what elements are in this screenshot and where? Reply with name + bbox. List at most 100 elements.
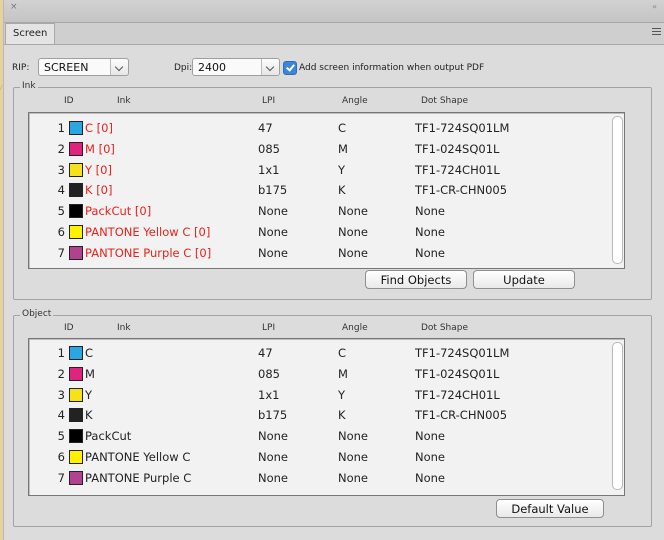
ink-row-dot-shape: TF1-024SQ01L (415, 141, 500, 156)
object-row-ink-name: K (85, 408, 93, 423)
ink-row-ink-name: M [0] (85, 141, 115, 156)
find-objects-button[interactable]: Find Objects (365, 270, 467, 289)
color-swatch (69, 141, 83, 156)
object-group: Object ID Ink LPI Angle Dot Shape 1 C 47 C T… (13, 309, 652, 527)
ink-row-dot-shape: None (415, 245, 446, 260)
object-header-ink: Ink (117, 323, 131, 333)
color-swatch (69, 346, 83, 360)
object-row-dot-shape: TF1-024SQ01L (415, 366, 500, 381)
object-row-dot-shape: TF1-CR-CHN005 (415, 408, 508, 423)
ink-row-dot-shape: TF1-CR-CHN005 (415, 183, 508, 198)
object-row-id: 3 (57, 387, 65, 402)
ink-row-ink-name: Y [0] (85, 162, 112, 177)
ink-row-id: 1 (57, 121, 65, 135)
color-swatch (69, 183, 83, 198)
collapse-icon[interactable]: « (652, 2, 657, 11)
rip-select[interactable]: SCREEN (38, 58, 129, 76)
object-row-angle: C (338, 346, 347, 360)
ink-row-id: 2 (57, 141, 65, 156)
ink-row-angle: None (338, 225, 369, 239)
object-row-id: 4 (57, 408, 65, 423)
object-row-lpi: None (258, 429, 289, 444)
ink-header-dot-shape: Dot Shape (421, 96, 469, 106)
object-row-angle: None (338, 450, 369, 464)
rip-label: RIP: (12, 63, 30, 73)
ink-row[interactable]: 7 PANTONE Purple C [0] None None None (29, 243, 599, 263)
tab-screen[interactable]: Screen (5, 23, 56, 44)
close-icon[interactable]: × (10, 2, 18, 12)
object-row-id: 6 (57, 450, 65, 464)
object-row-dot-shape: TF1-724SQ01LM (415, 346, 510, 360)
ink-row-angle: K (338, 183, 346, 198)
object-row[interactable]: 5 PackCut None None None (29, 426, 599, 446)
color-swatch (69, 387, 83, 402)
object-row-lpi: b175 (258, 408, 288, 423)
object-row-ink-name: PANTONE Purple C (85, 470, 192, 485)
color-swatch (69, 204, 83, 219)
object-header-id: ID (64, 323, 74, 333)
object-row[interactable]: 2 M 085 M TF1-024SQ01L (29, 364, 599, 384)
ink-row-lpi: 085 (258, 141, 280, 156)
ink-row-id: 4 (57, 183, 65, 198)
update-button[interactable]: Update (473, 270, 575, 289)
object-row[interactable]: 4 Kb175 K TF1-CR-CHN005 (29, 405, 599, 425)
object-row-id: 7 (57, 470, 65, 485)
ink-row[interactable]: 1 C [0] 47 C TF1-724SQ01LM (29, 118, 599, 138)
ink-list[interactable]: 1C [0] 47 C TF1-724SQ01LM 2 M [0] 085 M TF1-024S… (28, 112, 625, 269)
ink-row[interactable]: 3 Y [0] 1x1 Y TF1-724CH01L (29, 160, 599, 180)
ink-row-angle: C (338, 121, 347, 135)
color-swatch (69, 429, 83, 444)
screen-panel: × « Screen RIP: SCREEN Dpi: 2400 Add scr… (3, 0, 664, 540)
object-row-angle: None (338, 470, 369, 485)
object-row-lpi: 085 (258, 366, 280, 381)
add-screen-info-label: Add screen information when output PDF (299, 63, 485, 73)
ink-row-id: 6 (57, 225, 65, 239)
ink-header-angle: Angle (342, 96, 368, 106)
ink-row-id: 7 (57, 245, 65, 260)
add-screen-info-checkbox[interactable] (283, 61, 297, 75)
color-swatch (69, 245, 83, 260)
ink-header-lpi: LPI (262, 96, 276, 106)
object-row-lpi: 47 (258, 346, 273, 360)
ink-row[interactable]: 5 PackCut [0] None None None (29, 201, 599, 221)
ink-header-id: ID (64, 96, 74, 106)
ink-row-lpi: None (258, 225, 289, 239)
ink-row-lpi: None (258, 204, 289, 219)
ink-row-lpi: 1x1 (258, 162, 280, 177)
object-row-ink-name: PackCut (85, 429, 132, 444)
ink-row[interactable]: 4 K [0] b175 K TF1-CR-CHN005 (29, 180, 599, 200)
ink-row-ink-name: PANTONE Yellow C [0] (85, 225, 211, 239)
object-row[interactable]: 6 PANTONE Yellow C None None None (29, 447, 599, 467)
object-list[interactable]: 1 C 47 C TF1-724SQ01LM 2 M 085 M TF1-024SQ01L 3 Y 1x… (28, 338, 625, 496)
ink-row-dot-shape: TF1-724SQ01LM (415, 121, 510, 135)
default-value-button[interactable]: Default Value (496, 499, 604, 518)
ink-row-dot-shape: TF1-724CH01L (415, 162, 500, 177)
color-swatch (69, 408, 83, 423)
dpi-select[interactable]: 2400 (192, 58, 280, 76)
ink-header-ink: Ink (117, 96, 131, 106)
object-row[interactable]: 1 C 47 C TF1-724SQ01LM (29, 343, 599, 363)
chevron-down-icon (110, 59, 128, 75)
object-row-angle: M (338, 366, 348, 381)
ink-row[interactable]: 6 PANTONE Yellow C [0] None None None (29, 222, 599, 242)
object-header-dot-shape: Dot Shape (421, 323, 469, 333)
ink-row-id: 3 (57, 162, 65, 177)
dpi-label: Dpi: (174, 63, 193, 73)
object-row[interactable]: 3 Y 1x1 Y TF1-724CH01L (29, 385, 599, 405)
ink-row-ink-name: C [0] (85, 121, 113, 135)
object-row-ink-name: M (85, 366, 95, 381)
color-swatch (69, 121, 83, 135)
ink-row-lpi: b175 (258, 183, 288, 198)
hamburger-menu-icon[interactable] (652, 28, 661, 36)
color-swatch (69, 162, 83, 177)
object-row-angle: None (338, 429, 369, 444)
object-row-angle: Y (338, 387, 346, 402)
color-swatch (69, 470, 83, 485)
ink-list-scrollbar[interactable] (612, 116, 623, 264)
object-row-ink-name: PANTONE Yellow C (85, 450, 191, 464)
object-row[interactable]: 7 PANTONE Purple C None None None (29, 468, 599, 488)
ink-row[interactable]: 2 M [0] 085 M TF1-024SQ01L (29, 139, 599, 159)
object-row-lpi: 1x1 (258, 387, 280, 402)
ink-row-ink-name: K [0] (85, 183, 113, 198)
object-list-scrollbar[interactable] (612, 342, 623, 490)
